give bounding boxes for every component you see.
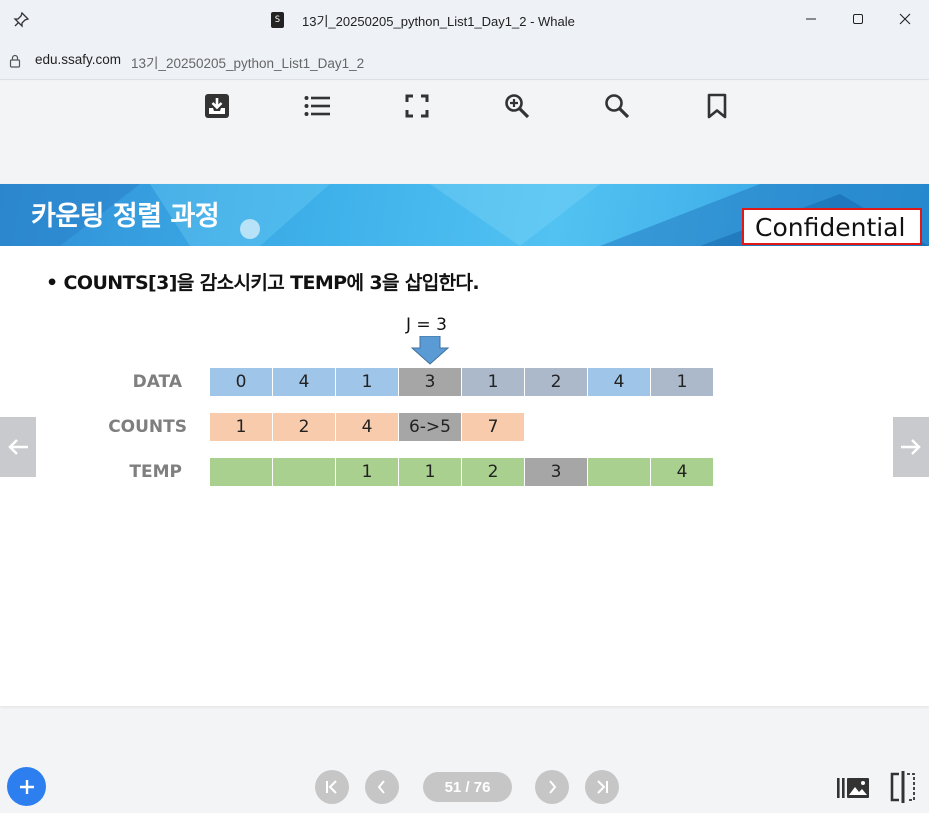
- pointer-arrow-icon: [410, 336, 450, 365]
- page-indicator[interactable]: 51 / 76: [423, 772, 512, 802]
- first-page-icon: [326, 780, 337, 794]
- lock-icon[interactable]: [9, 53, 21, 68]
- last-page-icon: [597, 780, 608, 794]
- close-button[interactable]: [885, 6, 925, 32]
- table-cell: 1: [336, 368, 399, 396]
- table-cell: [588, 458, 651, 486]
- table-cell: 0: [210, 368, 273, 396]
- table-cell: 2: [462, 458, 525, 486]
- data-row: 04131241: [210, 368, 714, 396]
- maximize-button[interactable]: [838, 6, 878, 32]
- table-cell: 1: [210, 413, 273, 441]
- table-cell: 4: [336, 413, 399, 441]
- slide-title: 카운팅 정렬 과정: [31, 201, 220, 232]
- table-cell: 2: [273, 413, 336, 441]
- minimize-icon: [806, 18, 816, 20]
- window-title: 13기_20250205_python_List1_Day1_2 - Whale: [302, 14, 575, 29]
- confidential-text: Confidential: [755, 213, 906, 242]
- bookmark-icon[interactable]: [703, 92, 731, 120]
- table-cell: 1: [399, 458, 462, 486]
- minimize-button[interactable]: [791, 6, 831, 32]
- table-cell: 3: [525, 458, 588, 486]
- next-page-button[interactable]: [893, 417, 929, 477]
- first-page-button[interactable]: [315, 770, 349, 804]
- row-label-data: DATA: [132, 372, 182, 392]
- temp-row: 11234: [210, 458, 714, 486]
- search-icon[interactable]: [603, 92, 631, 120]
- next-page-small-button[interactable]: [535, 770, 569, 804]
- table-cell: 4: [273, 368, 336, 396]
- slide-banner: 카운팅 정렬 과정 Confidential: [0, 184, 929, 246]
- fullscreen-icon[interactable]: [403, 92, 431, 120]
- download-icon[interactable]: [203, 92, 231, 120]
- slide-page: 카운팅 정렬 과정 Confidential • COUNTS[3]을 감소시키…: [0, 184, 929, 706]
- url-path[interactable]: 13기_20250205_python_List1_Day1_2: [131, 52, 364, 72]
- table-cell: 7: [462, 413, 525, 441]
- table-cell: [210, 458, 273, 486]
- row-label-temp: TEMP: [129, 462, 182, 482]
- row-label-counts: COUNTS: [108, 417, 187, 437]
- zoom-in-icon[interactable]: [503, 92, 531, 120]
- table-cell: 1: [651, 368, 714, 396]
- prev-page-button[interactable]: [365, 770, 399, 804]
- arrow-right-icon: [901, 439, 921, 455]
- add-button[interactable]: [7, 767, 46, 806]
- maximize-icon: [853, 14, 863, 24]
- table-cell: 6->5: [399, 413, 462, 441]
- table-cell: 1: [462, 368, 525, 396]
- table-cell: [273, 458, 336, 486]
- confidential-label: Confidential: [742, 208, 922, 245]
- table-cell: 1: [336, 458, 399, 486]
- plus-icon: [19, 779, 34, 794]
- chevron-left-icon: [377, 780, 385, 794]
- split-view-icon[interactable]: [888, 771, 918, 803]
- counts-row: 1 2 4 6->5 7: [210, 413, 525, 441]
- slide-bullet: • COUNTS[3]을 감소시키고 TEMP에 3을 삽입한다.: [46, 272, 480, 294]
- site-favicon-icon: S: [271, 12, 284, 28]
- table-cell: 3: [399, 368, 462, 396]
- previous-page-button[interactable]: [0, 417, 36, 477]
- table-cell: 2: [525, 368, 588, 396]
- gallery-icon[interactable]: [836, 774, 870, 800]
- table-cell: 4: [588, 368, 651, 396]
- close-icon: [899, 13, 911, 25]
- window-titlebar: S 13기_20250205_python_List1_Day1_2 - Wha…: [0, 0, 929, 40]
- last-page-button[interactable]: [585, 770, 619, 804]
- chevron-right-icon: [549, 780, 557, 794]
- list-icon[interactable]: [303, 92, 331, 120]
- arrow-left-icon: [8, 439, 28, 455]
- table-cell: 4: [651, 458, 714, 486]
- pin-icon[interactable]: [12, 11, 30, 29]
- pointer-label: J = 3: [406, 315, 447, 335]
- url-host[interactable]: edu.ssafy.com: [35, 52, 121, 67]
- address-bar[interactable]: edu.ssafy.com 13기_20250205_python_List1_…: [0, 40, 929, 80]
